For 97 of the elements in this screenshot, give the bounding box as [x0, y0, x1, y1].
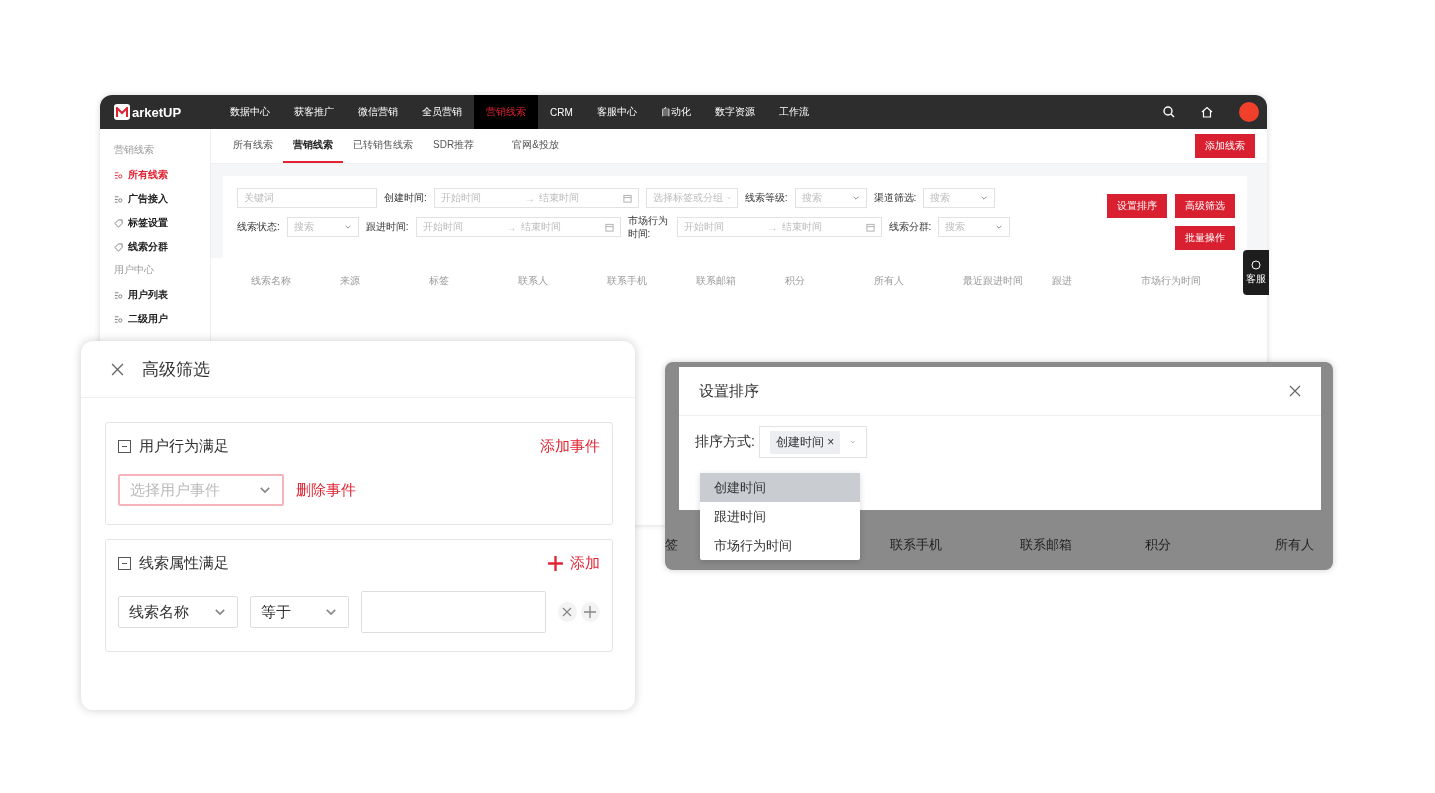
nav-item[interactable]: 数据中心 [218, 95, 282, 129]
chevron-down-icon [980, 194, 989, 202]
column-header: 积分 [785, 274, 806, 288]
nav-item[interactable]: 全员营销 [410, 95, 474, 129]
column-header: 标签 [429, 274, 450, 288]
sidebar-group-title: 用户中心 [113, 263, 155, 277]
avatar[interactable] [1239, 102, 1259, 122]
tab[interactable]: 官网&投放 [502, 129, 569, 163]
tab[interactable]: 已转销售线索 [343, 129, 423, 163]
filter-label: 跟进时间: [365, 220, 409, 234]
section-title: 用户行为满足 [139, 437, 229, 456]
calendar-icon [865, 222, 875, 232]
sort-select[interactable]: 创建时间 × [758, 426, 867, 458]
column-header: 所有人 [874, 274, 905, 288]
sidebar-item[interactable]: 用户列表 [100, 283, 210, 307]
nav-item[interactable]: 自动化 [648, 95, 703, 129]
column-header: 跟进 [1052, 274, 1073, 288]
list-search-icon [114, 290, 123, 300]
sidebar-item[interactable]: 二级用户 [100, 307, 210, 331]
dialog-title: 设置排序 [699, 381, 759, 401]
section-title: 线索属性满足 [139, 554, 229, 573]
nav-item[interactable]: 营销线索 [474, 95, 538, 129]
chevron-down-icon [995, 223, 1004, 231]
nav-item[interactable]: 微信营销 [346, 95, 410, 129]
sidebar-group-title: 营销线索 [113, 143, 155, 157]
column-header: 线索名称 [251, 274, 292, 288]
sidebar-item[interactable]: 线索分群 [100, 235, 210, 259]
home-icon[interactable] [1201, 106, 1213, 118]
plus-icon [547, 555, 564, 572]
remove-icon[interactable] [557, 602, 577, 622]
nav-item[interactable]: CRM [538, 95, 585, 129]
filter-label: 市场行为时间: [627, 214, 669, 240]
column-header: 最近跟进时间 [963, 274, 1024, 288]
filter-label: 线索分群: [888, 220, 932, 234]
nav-item[interactable]: 工作流 [766, 95, 821, 129]
logo-icon [114, 104, 130, 120]
tab[interactable]: 所有线索 [223, 129, 283, 163]
action-button[interactable]: 批量操作 [1175, 226, 1235, 250]
selected-chip[interactable]: 创建时间 × [769, 430, 841, 454]
action-button[interactable]: 设置排序 [1107, 194, 1167, 218]
dropdown-option[interactable]: 跟进时间 [700, 502, 860, 531]
column-header: 市场行为时间 [1141, 274, 1202, 288]
list-search-icon [114, 170, 123, 180]
dropdown-option[interactable]: 市场行为时间 [700, 531, 860, 560]
column-header: 联系邮箱 [1020, 536, 1072, 554]
nav-item[interactable]: 客服中心 [584, 95, 649, 129]
list-search-icon [114, 314, 123, 324]
collapse-icon[interactable] [118, 440, 131, 453]
operator-select[interactable]: 等于 [250, 596, 349, 628]
arrow-separator: → [506, 221, 517, 233]
column-header: 联系邮箱 [696, 274, 737, 288]
column-header: 签 [665, 536, 678, 554]
tag-icon [114, 218, 123, 228]
arrow-separator: → [524, 192, 535, 204]
filter-label: 渠道筛选: [873, 191, 917, 205]
filter-label: 创建时间: [384, 191, 427, 205]
chevron-down-icon [343, 223, 352, 231]
logo-text: arketUP [132, 104, 182, 120]
add-lead-button[interactable]: 添加线索 [1195, 134, 1255, 158]
plus-icon[interactable] [580, 602, 600, 622]
calendar-icon [604, 222, 614, 232]
add-link[interactable]: 添加 [547, 554, 600, 573]
chevron-down-icon [850, 438, 856, 446]
column-header: 联系手机 [890, 536, 942, 554]
nav-item[interactable]: 数字资源 [702, 95, 767, 129]
dialog-title: 高级筛选 [142, 358, 210, 381]
sort-label: 排序方式: [695, 433, 755, 451]
dropdown-option[interactable]: 创建时间 [700, 473, 860, 502]
column-header: 联系手机 [607, 274, 648, 288]
chevron-down-icon [851, 194, 860, 202]
calendar-icon [622, 193, 632, 203]
service-label: 客服 [1246, 271, 1266, 286]
delete-event-link[interactable]: 删除事件 [296, 480, 356, 500]
collapse-icon[interactable] [118, 557, 131, 570]
list-search-icon [114, 194, 123, 204]
column-header: 联系人 [518, 274, 549, 288]
value-input[interactable] [360, 591, 546, 633]
sidebar-item[interactable]: 标签设置 [100, 211, 210, 235]
column-header: 积分 [1145, 536, 1171, 554]
column-header: 来源 [340, 274, 361, 288]
action-button[interactable]: 高级筛选 [1175, 194, 1235, 218]
sidebar-item[interactable]: 所有线索 [100, 163, 210, 187]
service-tab[interactable]: 客服 [1243, 250, 1269, 295]
close-icon[interactable] [1289, 385, 1301, 397]
field-select[interactable]: 线索名称 [118, 596, 239, 628]
tag-icon [114, 242, 123, 252]
tab[interactable]: SDR推荐 [423, 129, 485, 163]
add-link[interactable]: 添加事件 [540, 437, 600, 456]
nav-item[interactable]: 获客推广 [282, 95, 346, 129]
filter-label: 线索等级: [744, 191, 788, 205]
filter-label: 线索状态: [237, 220, 280, 234]
column-header: 所有人 [1275, 536, 1314, 554]
chevron-down-icon [726, 194, 731, 202]
close-icon[interactable] [111, 362, 124, 376]
search-icon[interactable] [1163, 106, 1175, 118]
sidebar-item[interactable]: 广告接入 [100, 187, 210, 211]
arrow-separator: → [767, 221, 778, 233]
